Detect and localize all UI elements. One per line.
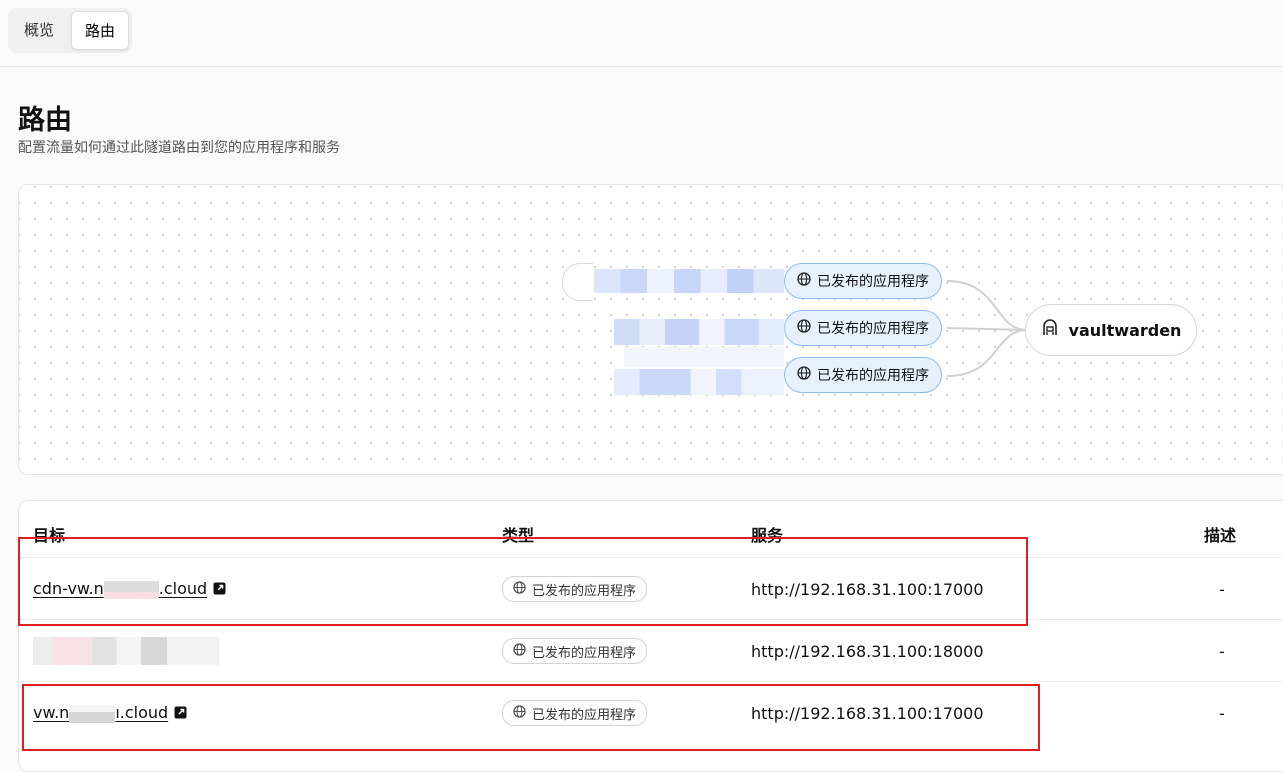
service-node-label: vaultwarden: [1068, 320, 1182, 340]
globe-icon: [797, 272, 811, 290]
app-node-2[interactable]: 已发布的应用程序: [784, 310, 942, 346]
type-badge: 已发布的应用程序: [502, 638, 648, 664]
highlight-box: [22, 684, 1040, 751]
app-node-label: 已发布的应用程序: [817, 368, 929, 384]
column-header-description[interactable]: 描述: [1204, 522, 1236, 546]
redacted-hostnames: [594, 243, 784, 423]
route-graph-canvas[interactable]: 已发布的应用程序 已发布的应用程序 已发布的应用程序 vaultwarden: [18, 184, 1283, 475]
highlight-box: [18, 537, 1028, 626]
table-row[interactable]: 已发布的应用程序 http://192.168.31.100:18000 -: [19, 619, 1283, 682]
tab-routes[interactable]: 路由: [71, 11, 130, 50]
globe-icon: [513, 642, 526, 660]
description-cell: -: [1219, 579, 1225, 599]
app-node-3[interactable]: 已发布的应用程序: [784, 357, 942, 393]
target-cell[interactable]: [33, 620, 219, 682]
redacted-text: [33, 637, 219, 665]
tab-bar: 概览 路由: [8, 8, 133, 53]
description-cell: -: [1219, 703, 1225, 723]
divider: [0, 66, 1283, 67]
type-cell: 已发布的应用程序: [502, 620, 648, 682]
source-node[interactable]: [562, 263, 593, 301]
service-cell: http://192.168.31.100:18000: [751, 641, 984, 661]
app-node-label: 已发布的应用程序: [817, 274, 929, 290]
tunnel-icon: [1041, 319, 1059, 341]
description-cell: -: [1219, 641, 1225, 661]
page-title: 路由: [18, 105, 72, 136]
globe-icon: [797, 319, 811, 337]
tab-overview[interactable]: 概览: [11, 11, 67, 50]
globe-icon: [797, 366, 811, 384]
app-node-1[interactable]: 已发布的应用程序: [784, 263, 942, 299]
app-node-label: 已发布的应用程序: [817, 321, 929, 337]
page-subtitle: 配置流量如何通过此隧道路由到您的应用程序和服务: [18, 140, 340, 156]
service-node[interactable]: vaultwarden: [1025, 304, 1197, 356]
